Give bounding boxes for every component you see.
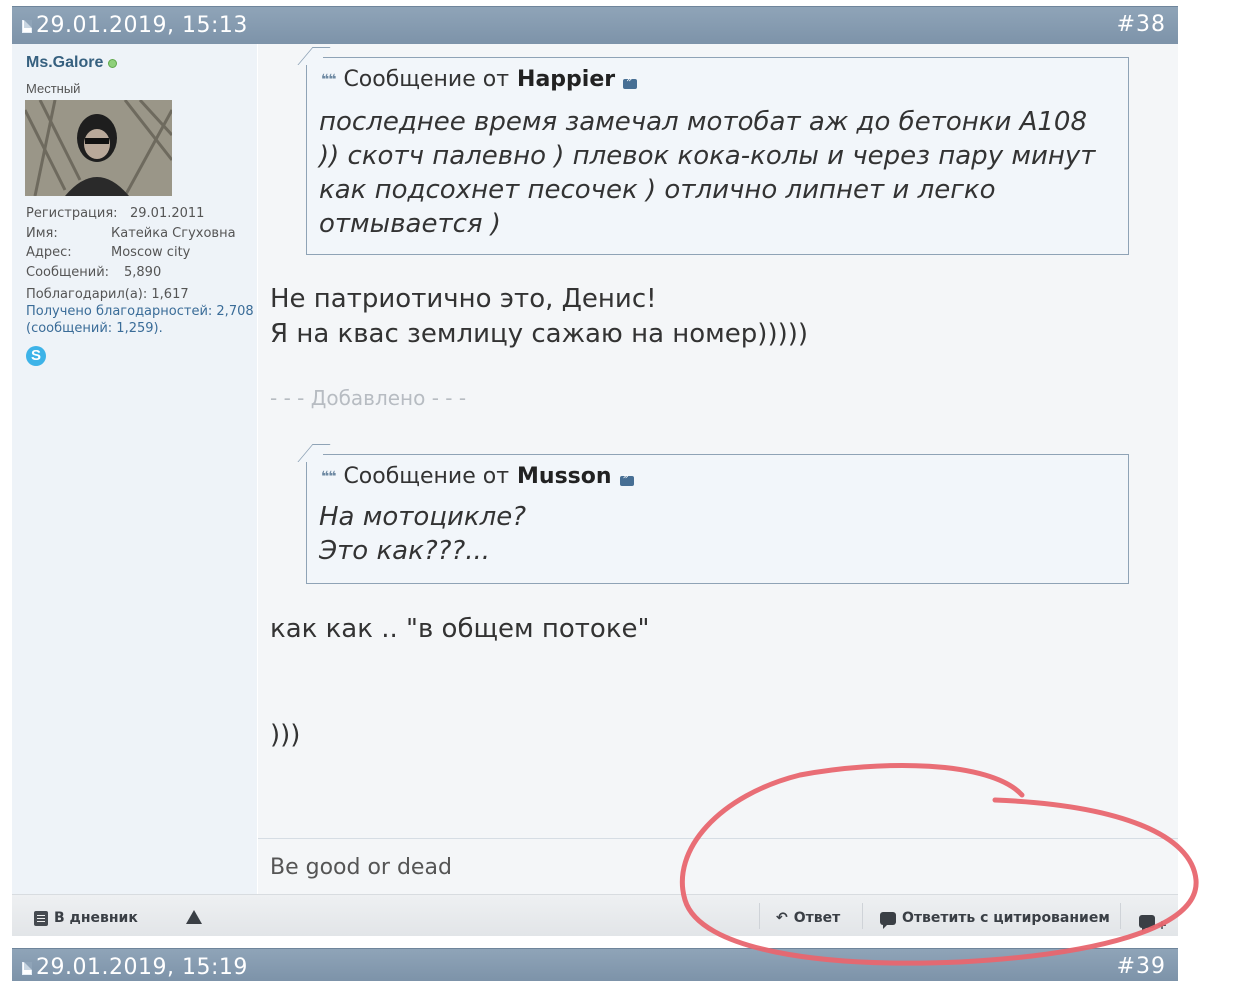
warning-icon — [186, 910, 202, 924]
username-link[interactable]: Ms.Galore — [26, 54, 103, 72]
divider — [1120, 903, 1121, 929]
plus-icon: + — [1157, 918, 1168, 932]
post-date: 29.01.2019, 15:13 — [22, 13, 248, 38]
thanked-count: Поблагодарил(а): 1,617 — [26, 287, 189, 302]
info-row-posts: Сообщений: 5,890 — [26, 264, 162, 280]
quote-icon: ❝❝ — [321, 468, 336, 485]
divider — [862, 903, 863, 929]
quote-header: ❝❝ Сообщение от Happier — [321, 67, 638, 92]
quote-block: ❝❝ Сообщение от Musson На мотоцикле? Это… — [297, 444, 1129, 584]
quote-header: ❝❝ Сообщение от Musson — [321, 464, 634, 489]
diary-label: В дневник — [54, 910, 138, 926]
quote-icon: ❝❝ — [321, 71, 336, 88]
user-info: Регистрация: 29.01.2011 Имя: Катейка Сгу… — [26, 204, 256, 282]
reply-quote-label: Ответить с цитированием — [902, 910, 1110, 926]
message-text: Не патриотично это, Денис! Я на квас зем… — [270, 284, 809, 349]
skype-icon[interactable]: S — [26, 346, 46, 366]
reply-icon: ↶ — [776, 910, 788, 926]
view-post-icon[interactable] — [619, 471, 634, 486]
report-button[interactable] — [186, 910, 202, 924]
multi-quote-icon — [1139, 914, 1155, 932]
post-number-link[interactable]: #39 — [1117, 954, 1166, 979]
message-text: ))) — [270, 720, 301, 750]
reply-button[interactable]: ↶ Ответ — [776, 910, 840, 926]
info-row-name: Имя: Катейка Сгуховна — [26, 225, 236, 241]
quote-prefix: Сообщение от — [343, 67, 510, 92]
user-sidebar: Ms.Galore Местный Регистрация: 29.01.201… — [12, 44, 257, 894]
multi-quote-button[interactable]: + — [1139, 910, 1167, 932]
quote-text: На мотоцикле? Это как???... — [319, 502, 527, 566]
post-date-text: 29.01.2019, 15:13 — [36, 13, 248, 38]
reply-label: Ответ — [793, 910, 841, 926]
doc-icon — [22, 20, 32, 33]
quote-notch — [297, 444, 331, 462]
online-icon — [108, 58, 118, 68]
info-row-registration: Регистрация: 29.01.2011 — [26, 206, 205, 221]
diary-button[interactable]: В дневник — [34, 910, 138, 926]
diary-icon — [34, 910, 48, 926]
quote-text: последнее время замечал мотобат аж до бе… — [319, 107, 1096, 239]
quote-block: ❝❝ Сообщение от Happier последнее время … — [297, 47, 1129, 255]
quote-reply-icon — [880, 911, 896, 929]
thanks-info: Поблагодарил(а): 1,617 Получено благодар… — [26, 286, 256, 337]
received-thanks-link[interactable]: Получено благодарностей: 2,708 (сообщени… — [26, 303, 256, 337]
doc-icon — [22, 962, 32, 975]
view-post-icon[interactable] — [623, 74, 638, 89]
quote-notch — [297, 47, 331, 65]
message-text: как как .. "в общем потоке" — [270, 614, 650, 644]
post-content: ❝❝ Сообщение от Happier последнее время … — [258, 44, 1178, 838]
post-date-text: 29.01.2019, 15:19 — [36, 955, 248, 980]
quote-author: Musson — [517, 464, 612, 489]
info-row-address: Адрес: Moscow city — [26, 245, 191, 260]
post-date: 29.01.2019, 15:19 — [22, 955, 248, 980]
post-number-link[interactable]: #38 — [1117, 12, 1166, 37]
post-header: 29.01.2019, 15:13 #38 — [12, 6, 1178, 44]
signature: Be good or dead — [270, 855, 452, 880]
added-separator: - - - Добавлено - - - — [270, 386, 467, 410]
reply-quote-button[interactable]: Ответить с цитированием — [880, 910, 1110, 929]
username-container: Ms.Galore — [26, 54, 118, 72]
quote-prefix: Сообщение от — [343, 464, 510, 489]
divider — [759, 903, 760, 929]
avatar[interactable] — [25, 100, 172, 196]
next-post-header: 29.01.2019, 15:19 #39 — [12, 948, 1178, 981]
quote-author: Happier — [517, 67, 616, 92]
post-actions-bar: В дневник ↶ Ответ Ответить с цитирование… — [12, 894, 1178, 936]
signature-area: Be good or dead — [258, 838, 1178, 894]
user-rank: Местный — [26, 81, 81, 96]
